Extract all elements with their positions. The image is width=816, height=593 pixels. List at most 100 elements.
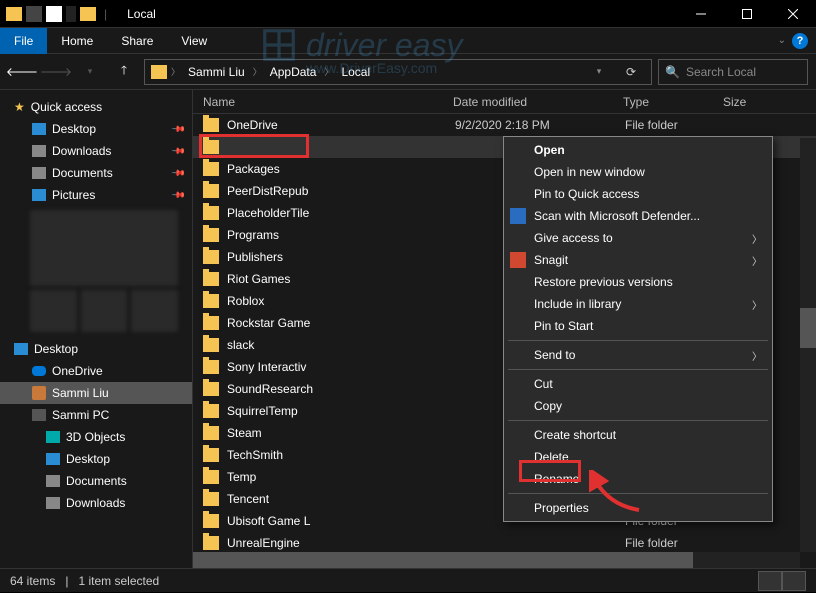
back-button[interactable]: 🡐	[8, 58, 36, 86]
item-count: 64 items	[10, 574, 55, 588]
chevron-right-icon[interactable]: 〉	[324, 65, 333, 78]
qat-dropdown-icon[interactable]	[66, 6, 76, 22]
quick-access-node[interactable]: ★Quick access	[0, 96, 192, 118]
quick-documents[interactable]: Documents📌	[0, 162, 192, 184]
file-tab[interactable]: File	[0, 28, 47, 54]
address-bar[interactable]: 〉 Sammi Liu 〉 AppData 〉 Local ▾ ⟳	[144, 59, 652, 85]
search-icon: 🔍	[665, 65, 680, 79]
ctx-shortcut[interactable]: Create shortcut	[504, 424, 772, 446]
ctx-pin-start[interactable]: Pin to Start	[504, 315, 772, 337]
ctx-scan[interactable]: Scan with Microsoft Defender...	[504, 205, 772, 227]
scroll-thumb[interactable]	[800, 308, 816, 348]
ctx-copy[interactable]: Copy	[504, 395, 772, 417]
file-type: File folder	[625, 536, 725, 550]
tree-pc[interactable]: Sammi PC	[0, 404, 192, 426]
quick-downloads[interactable]: Downloads📌	[0, 140, 192, 162]
search-input[interactable]: 🔍 Search Local	[658, 59, 808, 85]
file-name: Temp	[227, 470, 455, 484]
column-type[interactable]: Type	[623, 95, 723, 109]
ctx-open[interactable]: Open	[504, 139, 772, 161]
pin-icon: 📌	[171, 143, 187, 159]
tree-3dobjects[interactable]: 3D Objects	[0, 426, 192, 448]
ctx-restore[interactable]: Restore previous versions	[504, 271, 772, 293]
view-thumbnails-button[interactable]	[782, 571, 806, 591]
selection-count: 1 item selected	[78, 574, 159, 588]
folder-icon	[203, 426, 219, 440]
ribbon-expand-icon[interactable]: ⌄	[778, 35, 786, 46]
ctx-snagit[interactable]: Snagit〉	[504, 249, 772, 271]
ctx-give-access[interactable]: Give access to〉	[504, 227, 772, 249]
tree-documents[interactable]: Documents	[0, 470, 192, 492]
maximize-button[interactable]	[724, 0, 770, 28]
home-tab[interactable]: Home	[47, 28, 107, 54]
file-list-pane: Name Date modified Type Size Open Open i…	[193, 90, 816, 568]
close-button[interactable]	[770, 0, 816, 28]
status-bar: 64 items | 1 item selected	[0, 568, 816, 592]
pin-icon: 📌	[171, 187, 187, 203]
ctx-send-to[interactable]: Send to〉	[504, 344, 772, 366]
ctx-pin-qa[interactable]: Pin to Quick access	[504, 183, 772, 205]
star-icon: ★	[14, 100, 25, 114]
ctx-include-lib[interactable]: Include in library〉	[504, 293, 772, 315]
file-name: UnrealEngine	[227, 536, 455, 550]
blurred-thumbnail	[30, 290, 178, 332]
tree-user[interactable]: Sammi Liu	[0, 382, 192, 404]
file-name: SquirrelTemp	[227, 404, 455, 418]
qat-icon[interactable]	[26, 6, 42, 22]
desktop-root-node[interactable]: Desktop	[0, 338, 192, 360]
horizontal-scrollbar[interactable]	[193, 552, 800, 568]
folder-icon	[203, 338, 219, 352]
share-tab[interactable]: Share	[107, 28, 167, 54]
quick-pictures[interactable]: Pictures📌	[0, 184, 192, 206]
address-toolbar: 🡐 🡒 ▾ 🡑 〉 Sammi Liu 〉 AppData 〉 Local ▾ …	[0, 54, 816, 90]
ctx-properties[interactable]: Properties	[504, 497, 772, 519]
desktop-icon	[46, 453, 60, 465]
documents-icon	[32, 167, 46, 179]
qat-icon[interactable]	[46, 6, 62, 22]
file-name: PlaceholderTile	[227, 206, 455, 220]
breadcrumb-item[interactable]: Sammi Liu	[184, 65, 249, 79]
minimize-button[interactable]	[678, 0, 724, 28]
file-type: File folder	[625, 118, 725, 132]
ctx-open-new[interactable]: Open in new window	[504, 161, 772, 183]
file-name: Tencent	[227, 492, 455, 506]
recent-dropdown-icon[interactable]: ▾	[76, 58, 104, 86]
chevron-right-icon: 〉	[752, 348, 762, 363]
vertical-scrollbar[interactable]	[800, 138, 816, 552]
ctx-rename[interactable]: Rename	[504, 468, 772, 490]
column-date[interactable]: Date modified	[453, 95, 623, 109]
column-name[interactable]: Name	[203, 95, 453, 109]
file-row[interactable]: UnrealEngine File folder	[193, 532, 816, 554]
quick-desktop[interactable]: Desktop📌	[0, 118, 192, 140]
ctx-delete[interactable]: Delete	[504, 446, 772, 468]
scroll-thumb[interactable]	[193, 552, 693, 568]
file-name: Publishers	[227, 250, 455, 264]
folder-icon	[203, 316, 219, 330]
view-tab[interactable]: View	[167, 28, 221, 54]
tree-onedrive[interactable]: OneDrive	[0, 360, 192, 382]
context-menu: Open Open in new window Pin to Quick acc…	[503, 136, 773, 522]
folder-icon	[203, 448, 219, 462]
folder-icon	[203, 382, 219, 396]
column-size[interactable]: Size	[723, 95, 746, 109]
chevron-right-icon[interactable]: 〉	[253, 65, 262, 78]
ctx-cut[interactable]: Cut	[504, 373, 772, 395]
help-icon[interactable]: ?	[792, 33, 808, 49]
separator	[508, 340, 768, 341]
separator	[508, 493, 768, 494]
chevron-right-icon[interactable]: 〉	[171, 65, 180, 78]
shield-icon	[510, 208, 526, 224]
up-button[interactable]: 🡑	[110, 58, 138, 86]
tree-downloads[interactable]: Downloads	[0, 492, 192, 514]
refresh-icon[interactable]: ⟳	[617, 58, 645, 86]
folder-icon	[203, 184, 219, 198]
tree-desktop[interactable]: Desktop	[0, 448, 192, 470]
file-row[interactable]: OneDrive9/2/2020 2:18 PMFile folder	[193, 114, 816, 136]
forward-button[interactable]: 🡒	[42, 58, 70, 86]
view-details-button[interactable]	[758, 571, 782, 591]
breadcrumb-item[interactable]: Local	[337, 65, 374, 79]
folder-icon	[203, 294, 219, 308]
column-headers[interactable]: Name Date modified Type Size	[193, 90, 816, 114]
address-dropdown-icon[interactable]: ▾	[585, 58, 613, 86]
breadcrumb-item[interactable]: AppData	[266, 65, 321, 79]
